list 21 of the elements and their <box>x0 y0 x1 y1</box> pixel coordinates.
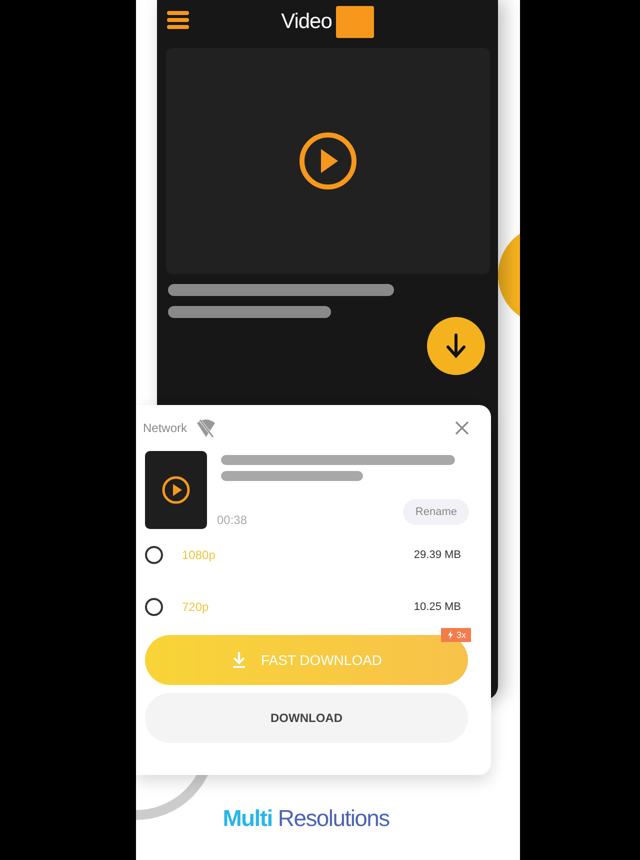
download-arrow-icon <box>446 333 466 359</box>
logo-block <box>336 6 374 38</box>
radio-button[interactable] <box>145 598 163 616</box>
wifi-off-icon <box>195 417 218 439</box>
app-title: Video <box>281 10 332 34</box>
caption: Multi Resolutions <box>222 805 390 832</box>
rename-button[interactable]: Rename <box>403 499 469 525</box>
download-icon <box>230 651 247 669</box>
radio-button[interactable] <box>145 546 163 564</box>
download-button[interactable]: DOWNLOAD <box>145 693 468 743</box>
file-size: 29.39 MB <box>414 549 461 561</box>
close-icon[interactable] <box>455 421 469 435</box>
lightning-icon <box>448 631 454 639</box>
resolution-label: 1080p <box>182 548 216 562</box>
speed-badge: 3x <box>441 628 471 642</box>
play-icon <box>161 475 191 505</box>
network-label: Network <box>143 421 188 435</box>
menu-icon[interactable] <box>167 9 189 31</box>
file-size: 10.25 MB <box>414 601 461 613</box>
video-duration: 00:38 <box>217 513 248 527</box>
resolution-label: 720p <box>182 600 209 614</box>
